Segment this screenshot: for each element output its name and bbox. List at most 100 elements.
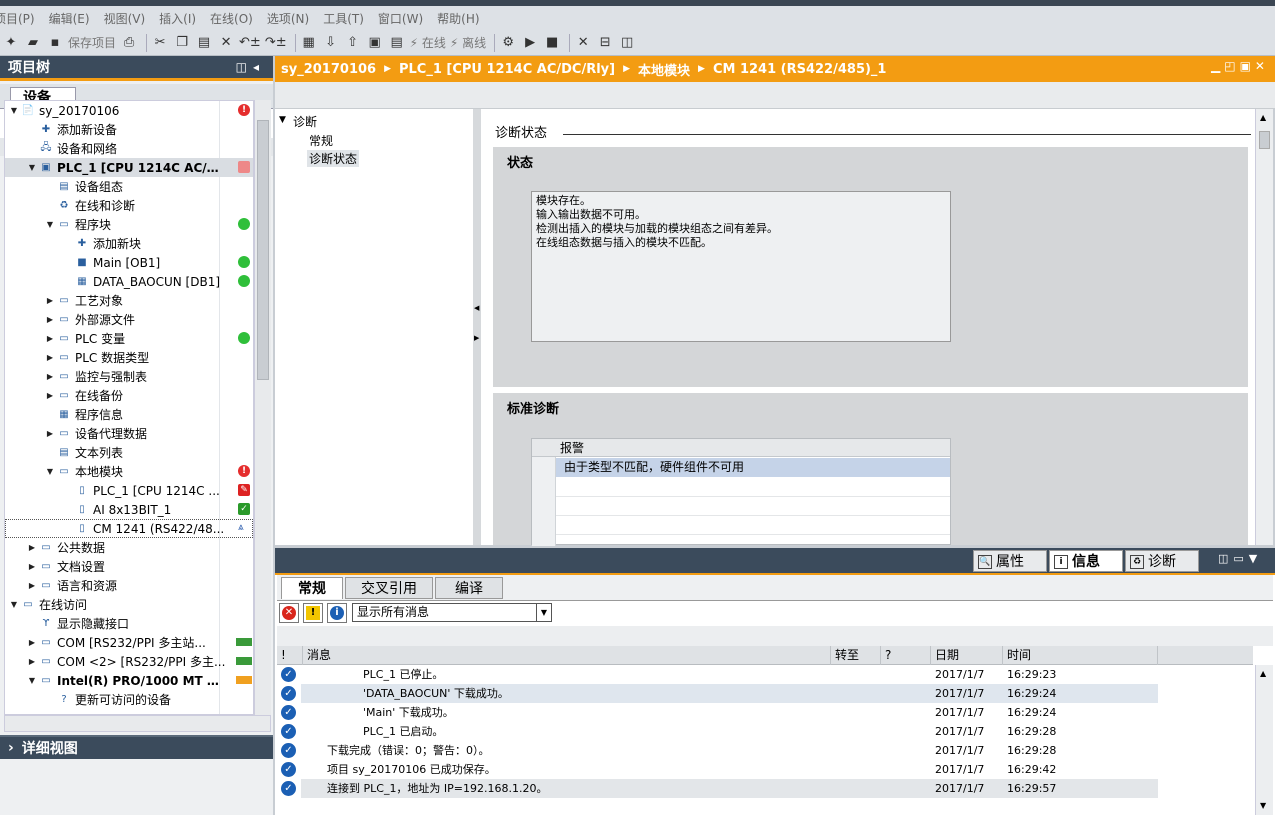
start-cpu-icon[interactable]: ▶ [521,33,539,53]
panel-collapse-icon[interactable]: ◫◂ [236,60,265,74]
tree-item[interactable]: ▯ PLC_1 [CPU 1214C ... ✎ [5,481,253,500]
chevron-right-icon[interactable]: ▶ [45,334,55,343]
cross-reference-icon[interactable]: ✕ [574,33,592,53]
accessible-devices-icon[interactable]: ⚙ [499,33,517,53]
tree-item[interactable]: ▤ 设备组态 [5,177,253,196]
chevron-down-icon[interactable]: ▼ [9,600,19,609]
tree-vertical-scrollbar[interactable] [254,100,271,715]
print-icon[interactable]: ⎙ [120,33,138,53]
undo-icon[interactable]: ↶± [239,33,261,53]
delete-icon[interactable]: ✕ [217,33,235,53]
info-filter-button[interactable]: i [327,603,347,623]
nav-general[interactable]: 常规 [309,132,333,149]
chevron-right-icon[interactable]: ▶ [45,429,55,438]
tree-item[interactable]: ▶ ▭ 外部源文件 [5,310,253,329]
col-severity[interactable]: ! [277,646,303,665]
scroll-thumb[interactable] [1259,131,1270,149]
menu-insert[interactable]: 插入(I) [159,10,196,27]
menu-window[interactable]: 窗口(W) [378,10,423,27]
chevron-right-icon[interactable]: ▶ [45,296,55,305]
tree-item[interactable]: ▶ ▭ PLC 数据类型 [5,348,253,367]
messages-vertical-scrollbar[interactable]: ▲ ▼ [1255,665,1273,815]
start-simulation-icon[interactable]: ▣ [366,33,384,53]
chevron-down-icon[interactable]: ▼ [536,604,551,621]
cut-icon[interactable]: ✂ [151,33,169,53]
nav-diagnostic-status[interactable]: 诊断状态 [307,150,359,167]
menu-tools[interactable]: 工具(T) [323,10,364,27]
save-project-button[interactable]: 保存项目 [68,33,116,53]
chevron-down-icon[interactable]: ▼ [9,106,19,115]
subtab-cross-reference[interactable]: 交叉引用 [345,577,433,599]
chevron-right-icon[interactable]: ▶ [45,315,55,324]
message-row[interactable]: ✓ PLC_1 已启动。 2017/1/7 16:29:28 [277,722,1253,741]
tree-item[interactable]: ▼ ▭ 本地模块! [5,462,253,481]
redo-icon[interactable]: ↷± [265,33,287,53]
tree-item[interactable]: 🖧 设备和网络 [5,139,253,158]
chevron-down-icon[interactable]: ▼ [27,163,37,172]
new-project-icon[interactable]: ✦ [2,33,20,53]
compile-icon[interactable]: ▦ [300,33,318,53]
detail-view-header[interactable]: › 详细视图 [0,735,273,759]
scroll-up-icon[interactable]: ▲ [1260,113,1266,122]
collapse-left-icon[interactable]: ◀ [474,304,479,312]
col-date[interactable]: 日期 [931,646,1003,665]
breadcrumb-local-modules[interactable]: 本地模块 [638,60,690,79]
tree-item[interactable]: ▦ DATA_BAOCUN [DB1] [5,272,253,291]
tree-item[interactable]: ▶ ▭ 监控与强制表 [5,367,253,386]
window-controls-icon[interactable]: ▁◰▣✕ [1211,59,1269,73]
split-vertical-icon[interactable]: ◫ [618,33,636,53]
stop-cpu-icon[interactable]: ■ [543,33,561,53]
tree-item[interactable]: ▯ CM 1241 (RS422/48... ⩓ [5,519,253,538]
chevron-right-icon[interactable]: ▶ [45,391,55,400]
chevron-right-icon[interactable]: ▶ [27,657,37,666]
tree-item[interactable]: ▼ ▭ Intel(R) PRO/1000 MT Ne... [5,671,253,690]
message-row[interactable]: ✓ 'DATA_BAOCUN' 下载成功。 2017/1/7 16:29:24 [277,684,1253,703]
tree-item[interactable]: ▶ ▭ PLC 变量 [5,329,253,348]
col-time[interactable]: 时间 [1003,646,1158,665]
chevron-right-icon[interactable]: ▶ [45,372,55,381]
menu-project[interactable]: 项目(P) [0,10,35,27]
tree-item[interactable]: ▶ ▭ 语言和资源 [5,576,253,595]
breadcrumb-module[interactable]: CM 1241 (RS422/485)_1 [713,62,887,77]
chevron-down-icon[interactable]: ▼ [279,115,286,125]
go-offline-button[interactable]: ⚡ 离线 [450,33,486,53]
message-row[interactable]: ✓ 连接到 PLC_1，地址为 IP=192.168.1.20。 2017/1/7 1… [277,779,1253,798]
nav-diagnostics[interactable]: 诊断 [293,113,317,130]
menu-options[interactable]: 选项(N) [267,10,309,27]
collapse-right-icon[interactable]: ▶ [474,334,479,342]
message-row[interactable]: ✓ PLC_1 已停止。 2017/1/7 16:29:23 [277,665,1253,684]
menu-edit[interactable]: 编辑(E) [49,10,90,27]
tree-item[interactable]: ▤ 文本列表 [5,443,253,462]
tab-diagnostics[interactable]: ♻ 诊断 [1125,550,1199,572]
upload-icon[interactable]: ⇧ [344,33,362,53]
tree-item[interactable]: ▶ ▭ 设备代理数据 [5,424,253,443]
chevron-right-icon[interactable]: ▶ [27,638,37,647]
pane-splitter[interactable]: ◀ ▶ [473,109,481,545]
chevron-right-icon[interactable]: ▶ [45,353,55,362]
message-row[interactable]: ✓ 项目 sy_20170106 已成功保存。 2017/1/7 16:29:42 [277,760,1253,779]
split-horizontal-icon[interactable]: ⊟ [596,33,614,53]
menu-help[interactable]: 帮助(H) [437,10,479,27]
download-icon[interactable]: ⇩ [322,33,340,53]
chevron-down-icon[interactable]: ▼ [45,467,55,476]
alarm-column-header[interactable]: 报警 [532,439,950,457]
col-help[interactable]: ? [881,646,931,665]
tree-item[interactable]: ▶ ▭ COM <2> [RS232/PPI 多主... [5,652,253,671]
tree-item[interactable]: ▶ ▭ 公共数据 [5,538,253,557]
tree-item[interactable]: ▼ ▭ 在线访问 [5,595,253,614]
tree-horizontal-scrollbar[interactable] [4,715,271,732]
breadcrumb-project[interactable]: sy_20170106 [281,62,376,77]
scroll-down-icon[interactable]: ▼ [1260,801,1266,810]
tree-item[interactable]: ▼ ▭ 程序块 [5,215,253,234]
tree-item[interactable]: ▼ ▣ PLC_1 [CPU 1214C AC/DC/... [5,158,253,177]
col-message[interactable]: 消息 [303,646,831,665]
save-icon[interactable]: ▪ [46,33,64,53]
chevron-right-icon[interactable]: ▶ [27,581,37,590]
go-online-button[interactable]: ⚡ 在线 [410,33,446,53]
tree-item[interactable]: ϒ 显示隐藏接口 [5,614,253,633]
message-filter-select[interactable]: 显示所有消息 ▼ [352,603,552,622]
tree-item[interactable]: ▶ ▭ 工艺对象 [5,291,253,310]
subtab-general[interactable]: 常规 [281,577,343,599]
inspector-window-controls-icon[interactable]: ◫▭▼ [1218,552,1262,565]
tree-item[interactable]: ✚ 添加新块 [5,234,253,253]
